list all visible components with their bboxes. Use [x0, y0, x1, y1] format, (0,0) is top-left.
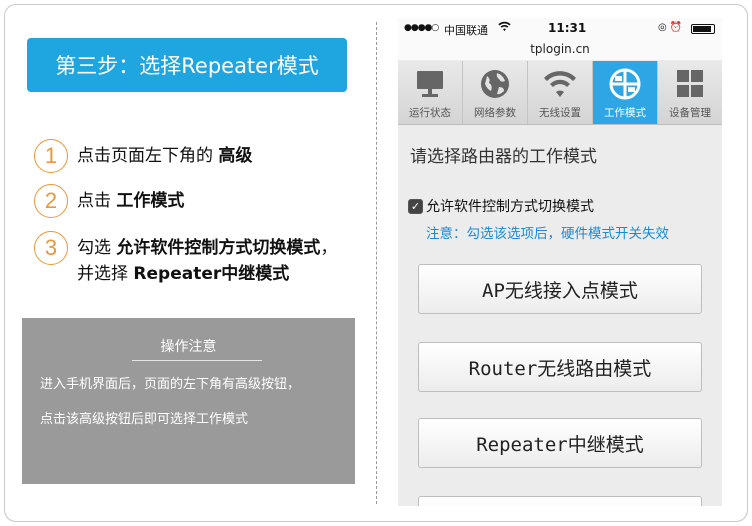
step-title: 第三步：选择Repeater模式	[27, 38, 347, 92]
nav-item-network[interactable]: 网络参数	[463, 61, 528, 124]
carrier-label: 中国联通	[444, 24, 488, 37]
nav-item-wireless[interactable]: 无线设置	[528, 61, 593, 124]
step-1: 1 点击页面左下角的 高级	[34, 139, 252, 173]
software-control-option[interactable]: ✓ 允许软件控制方式切换模式	[408, 196, 594, 216]
notice-text: 注意：勾选该选项后，硬件模式开关失效	[426, 226, 669, 242]
dashed-divider	[376, 22, 377, 504]
nav-label: 运行状态	[409, 107, 451, 119]
next-mode-button[interactable]	[418, 496, 702, 506]
globe-icon	[481, 70, 509, 98]
software-control-checkbox[interactable]: ✓	[408, 198, 423, 214]
step-text-plain: 点击	[77, 191, 117, 211]
clock-label: 11:31	[548, 21, 587, 35]
signal-icon: ●●●●○	[404, 23, 439, 33]
monitor-icon	[417, 71, 443, 97]
checkbox-label: 允许软件控制方式切换模式	[426, 199, 594, 215]
status-bar: ●●●●○ 中国联通 11:31 ◎ ⏰	[398, 18, 722, 40]
step-2: 2 点击 工作模式	[34, 184, 184, 218]
step-number: 1	[34, 139, 68, 173]
step-text-bold: Repeater中继模式	[133, 264, 290, 284]
step-text-bold: 工作模式	[116, 191, 185, 211]
step-text-plain: 勾选	[77, 238, 117, 258]
phone-screen: ●●●●○ 中国联通 11:31 ◎ ⏰ tplogin.cn 运行状态 网络参…	[398, 18, 722, 506]
nav-item-status[interactable]: 运行状态	[398, 61, 463, 124]
nav-label: 设备管理	[669, 107, 711, 119]
step-text-bold: 允许软件控制方式切换模式	[116, 238, 321, 258]
wifi-icon	[544, 71, 576, 97]
step-text-plain: 点击页面左下角的	[77, 146, 219, 166]
step-text: 点击 工作模式	[77, 184, 184, 214]
mode-icon	[609, 68, 641, 100]
wifi-icon	[498, 21, 511, 35]
note-title: 操作注意	[160, 339, 217, 355]
nav-label: 无线设置	[539, 107, 581, 119]
router-mode-button[interactable]: Router无线路由模式	[418, 342, 702, 392]
nav-bar: 运行状态 网络参数 无线设置 工作模式 设备管理	[398, 61, 722, 125]
note-box: 操作注意 进入手机界面后，页面的左下角有高级按钮， 点击该高级按钮后即可选择工作…	[22, 318, 355, 484]
step-text: 勾选 允许软件控制方式切换模式，并选择 Repeater中继模式	[77, 231, 347, 287]
battery-icon	[691, 24, 715, 34]
step-text: 点击页面左下角的 高级	[77, 139, 252, 169]
note-divider	[132, 360, 262, 361]
nav-label: 工作模式	[604, 107, 646, 119]
note-line-2: 点击该高级按钮后即可选择工作模式	[40, 412, 249, 427]
step-3: 3 勾选 允许软件控制方式切换模式，并选择 Repeater中继模式	[34, 231, 347, 287]
step-number: 2	[34, 184, 68, 218]
nav-label: 网络参数	[474, 107, 516, 119]
note-line-1: 进入手机界面后，页面的左下角有高级按钮，	[40, 377, 301, 392]
nav-item-device[interactable]: 设备管理	[658, 61, 722, 124]
grid-icon	[677, 70, 703, 97]
url-bar[interactable]: tplogin.cn	[398, 40, 722, 60]
repeater-mode-button[interactable]: Repeater中继模式	[418, 418, 702, 468]
mode-heading: 请选择路由器的工作模式	[410, 147, 597, 167]
step-text-bold: 高级	[218, 146, 253, 166]
step-number: 3	[34, 231, 68, 265]
status-icons: ◎ ⏰	[658, 22, 683, 33]
ap-mode-button[interactable]: AP无线接入点模式	[418, 264, 702, 314]
nav-item-work-mode[interactable]: 工作模式	[593, 61, 658, 124]
